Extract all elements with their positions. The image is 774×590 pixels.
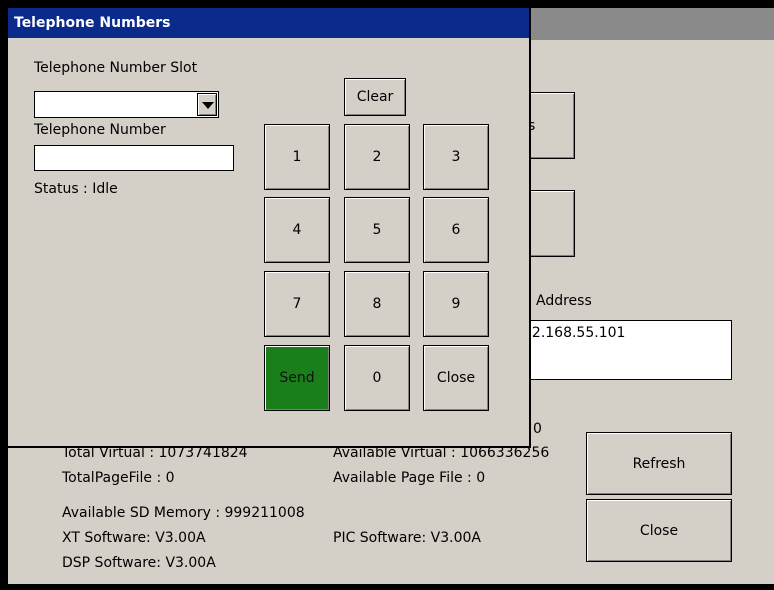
chevron-down-icon[interactable] [197, 93, 217, 116]
key-5-button[interactable]: 5 [344, 197, 410, 263]
pic-software-version: PIC Software: V3.00A [333, 530, 482, 546]
dsp-software-version: DSP Software: V3.00A [62, 555, 216, 571]
key-8-button[interactable]: 8 [344, 271, 410, 337]
address-field[interactable]: 92.168.55.101 [522, 320, 732, 380]
telephone-numbers-dialog: Telephone Numbers Telephone Number Slot … [8, 8, 531, 448]
telephone-number-slot-label: Telephone Number Slot [34, 60, 198, 76]
telephone-number-slot-dropdown[interactable] [34, 91, 219, 118]
dialog-title: Telephone Numbers [8, 8, 529, 38]
screen-frame-left [0, 0, 8, 590]
partial-button-upper[interactable]: s [525, 92, 575, 159]
screen-frame-bottom [0, 584, 774, 590]
close-button[interactable]: Close [423, 345, 489, 411]
key-9-button[interactable]: 9 [423, 271, 489, 337]
status-text: Status : Idle [34, 181, 118, 197]
background-close-button[interactable]: Close [586, 499, 732, 562]
telephone-number-label: Telephone Number [34, 122, 166, 138]
key-1-button[interactable]: 1 [264, 124, 330, 190]
partial-button-lower[interactable] [525, 190, 575, 257]
refresh-button[interactable]: Refresh [586, 432, 732, 495]
clear-button[interactable]: Clear [344, 78, 406, 116]
available-page-file: Available Page File : 0 [333, 470, 486, 486]
screen-frame-top [0, 0, 774, 8]
telephone-number-input[interactable] [34, 145, 234, 171]
key-6-button[interactable]: 6 [423, 197, 489, 263]
screen: s Address 92.168.55.101 0 Total Virtual … [0, 0, 774, 590]
key-2-button[interactable]: 2 [344, 124, 410, 190]
address-label: Address [536, 293, 592, 309]
address-value: 92.168.55.101 [523, 325, 626, 341]
key-4-button[interactable]: 4 [264, 197, 330, 263]
available-sd-memory: Available SD Memory : 999211008 [62, 505, 305, 521]
key-0-button[interactable]: 0 [344, 345, 410, 411]
total-page-file: TotalPageFile : 0 [62, 470, 175, 486]
partial-zero-text: 0 [533, 421, 542, 437]
send-button[interactable]: Send [264, 345, 330, 411]
xt-software-version: XT Software: V3.00A [62, 530, 206, 546]
key-3-button[interactable]: 3 [423, 124, 489, 190]
key-7-button[interactable]: 7 [264, 271, 330, 337]
